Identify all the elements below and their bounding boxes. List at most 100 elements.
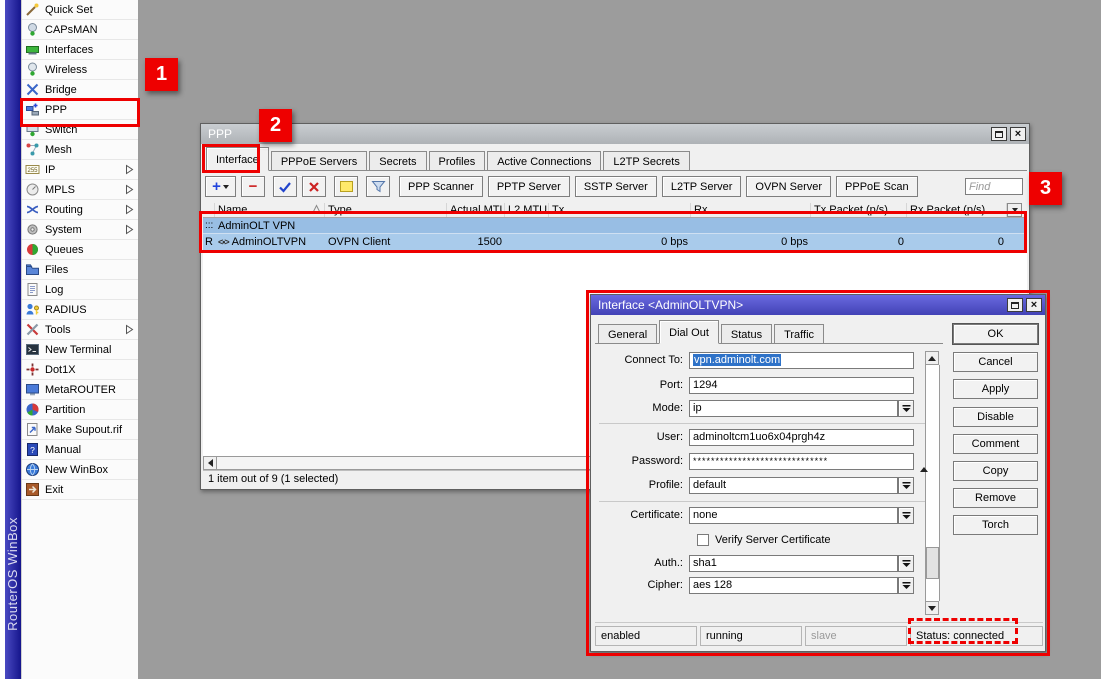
- tab-profiles[interactable]: Profiles: [429, 151, 486, 170]
- enable-check-icon: [278, 180, 292, 194]
- filter-button[interactable]: [366, 176, 390, 197]
- sidebar-item-mpls[interactable]: MPLS: [22, 180, 138, 200]
- sidebar-item-quick-set[interactable]: Quick Set: [22, 0, 138, 20]
- remove-button[interactable]: −: [241, 176, 265, 197]
- tab-l2tp-secrets[interactable]: L2TP Secrets: [603, 151, 689, 170]
- sstp-server-button[interactable]: SSTP Server: [575, 176, 657, 197]
- close-icon: ×: [1015, 129, 1021, 140]
- new-terminal-icon: [25, 342, 40, 357]
- ppp-toolbar: + − PPP Scanner PPTP Server SSTP Server …: [205, 175, 1023, 198]
- sidebar-item-label: Tools: [45, 324, 71, 336]
- item-count-status: 1 item out of 9 (1 selected): [208, 473, 338, 485]
- step-badge-3: 3: [1029, 172, 1062, 205]
- step-badge-2: 2: [259, 109, 292, 142]
- sidebar-item-label: Log: [45, 284, 63, 296]
- vertical-brand-title: RouterOS WinBox: [5, 499, 21, 649]
- comment-button[interactable]: [334, 176, 358, 197]
- ovpn-server-button[interactable]: OVPN Server: [746, 176, 831, 197]
- disable-button[interactable]: [302, 176, 326, 197]
- maximize-icon: [995, 131, 1003, 138]
- queues-icon: [25, 242, 40, 257]
- scroll-left-button[interactable]: [203, 456, 217, 470]
- sidebar-item-ip[interactable]: 255 IP: [22, 160, 138, 180]
- submenu-arrow-icon: [125, 164, 134, 175]
- partition-icon: [25, 402, 40, 417]
- ppp-window-title: PPP: [208, 127, 988, 141]
- annotation-status-connected-box: [908, 618, 1018, 644]
- ip-icon: 255: [25, 162, 40, 177]
- annotation-interface-tab-box: [202, 144, 260, 173]
- mpls-icon: [25, 182, 40, 197]
- sidebar-item-metarouter[interactable]: MetaROUTER: [22, 380, 138, 400]
- sidebar-item-label: IP: [45, 164, 55, 176]
- comment-icon: [340, 181, 353, 192]
- sidebar-item-dot1x[interactable]: Dot1X: [22, 360, 138, 380]
- tab-secrets[interactable]: Secrets: [369, 151, 426, 170]
- ppp-window-titlebar[interactable]: PPP ×: [201, 124, 1029, 144]
- annotation-rows-box: [199, 211, 1027, 253]
- sidebar-item-wireless[interactable]: Wireless: [22, 60, 138, 80]
- sidebar-item-files[interactable]: Files: [22, 260, 138, 280]
- pppoe-scan-button[interactable]: PPPoE Scan: [836, 176, 918, 197]
- maximize-button[interactable]: [991, 127, 1007, 141]
- sidebar-item-label: Manual: [45, 444, 81, 456]
- sidebar-item-partition[interactable]: Partition: [22, 400, 138, 420]
- sidebar-item-make-supout[interactable]: Make Supout.rif: [22, 420, 138, 440]
- submenu-arrow-icon: [125, 184, 134, 195]
- sidebar-item-bridge[interactable]: Bridge: [22, 80, 138, 100]
- metarouter-icon: [25, 382, 40, 397]
- tab-pppoe-servers[interactable]: PPPoE Servers: [271, 151, 367, 170]
- sidebar-item-new-winbox[interactable]: New WinBox: [22, 460, 138, 480]
- sidebar-item-manual[interactable]: ? Manual: [22, 440, 138, 460]
- arrow-left-icon: [208, 459, 213, 467]
- sidebar-item-routing[interactable]: Routing: [22, 200, 138, 220]
- submenu-arrow-icon: [125, 204, 134, 215]
- pptp-server-button[interactable]: PPTP Server: [488, 176, 570, 197]
- remove-icon: −: [249, 179, 258, 194]
- chevron-down-icon: [223, 185, 229, 189]
- ppp-scanner-button[interactable]: PPP Scanner: [399, 176, 483, 197]
- mesh-icon: [25, 142, 40, 157]
- tools-icon: [25, 322, 40, 337]
- sidebar-item-label: New Terminal: [45, 344, 111, 356]
- new-winbox-icon: [25, 462, 40, 477]
- l2tp-server-button[interactable]: L2TP Server: [662, 176, 742, 197]
- wireless-icon: [25, 62, 40, 77]
- sidebar-item-label: CAPsMAN: [45, 24, 98, 36]
- sidebar-item-label: Exit: [45, 484, 63, 496]
- step-badge-1: 1: [145, 58, 178, 91]
- sidebar-item-log[interactable]: Log: [22, 280, 138, 300]
- sidebar-item-new-terminal[interactable]: New Terminal: [22, 340, 138, 360]
- manual-icon: ?: [25, 442, 40, 457]
- tab-active-connections[interactable]: Active Connections: [487, 151, 601, 170]
- find-input[interactable]: [965, 178, 1023, 195]
- sidebar-item-label: Wireless: [45, 64, 87, 76]
- add-icon: +: [212, 179, 221, 194]
- sidebar-item-label: RADIUS: [45, 304, 87, 316]
- enable-button[interactable]: [273, 176, 297, 197]
- sidebar-item-capsman[interactable]: CAPsMAN: [22, 20, 138, 40]
- radius-icon: [25, 302, 40, 317]
- routing-icon: [25, 202, 40, 217]
- sidebar-item-exit[interactable]: Exit: [22, 480, 138, 500]
- sidebar-item-tools[interactable]: Tools: [22, 320, 138, 340]
- make-supout-icon: [25, 422, 40, 437]
- sidebar-item-queues[interactable]: Queues: [22, 240, 138, 260]
- sidebar-item-radius[interactable]: RADIUS: [22, 300, 138, 320]
- close-button[interactable]: ×: [1010, 127, 1026, 141]
- sidebar-item-label: Bridge: [45, 84, 77, 96]
- annotation-ppp-menu-box: [20, 98, 140, 127]
- ppp-tabstrip: Interface PPPoE Servers Secrets Profiles…: [203, 145, 1027, 171]
- sidebar-item-label: Make Supout.rif: [45, 424, 122, 436]
- exit-icon: [25, 482, 40, 497]
- sidebar-item-label: Quick Set: [45, 4, 93, 16]
- files-icon: [25, 262, 40, 277]
- interfaces-icon: [25, 42, 40, 57]
- filter-funnel-icon: [371, 180, 386, 193]
- sidebar-item-mesh[interactable]: Mesh: [22, 140, 138, 160]
- quick-set-icon: [25, 2, 40, 17]
- add-button[interactable]: +: [205, 176, 236, 197]
- sidebar-item-system[interactable]: System: [22, 220, 138, 240]
- sidebar-item-interfaces[interactable]: Interfaces: [22, 40, 138, 60]
- sidebar-item-label: System: [45, 224, 82, 236]
